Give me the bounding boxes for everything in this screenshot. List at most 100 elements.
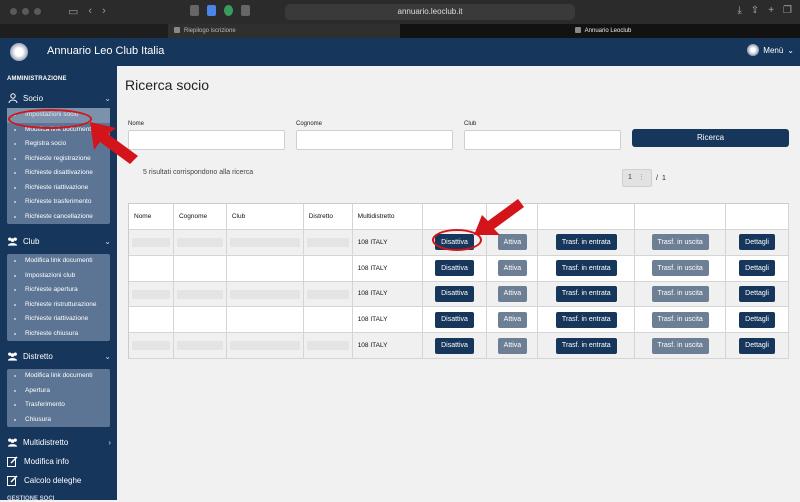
- grammarly-icon[interactable]: [224, 5, 233, 16]
- trasf-in-uscita-button[interactable]: Trasf. in uscita: [651, 285, 709, 302]
- chevron-down-icon: ⌄: [104, 93, 111, 103]
- sidebar-item-impostazioni-club[interactable]: Impostazioni club: [7, 269, 110, 284]
- multidistretto-cell: 108 ITALY: [353, 281, 423, 307]
- sidebar-item-richieste-trasferimento[interactable]: Richieste trasferimento: [7, 195, 110, 210]
- user-menu-button[interactable]: Menù ⌄: [747, 44, 794, 56]
- attiva-button[interactable]: Attiva: [497, 337, 528, 354]
- sidebar-item-club-modifica-link[interactable]: Modifica link documenti: [7, 254, 110, 269]
- window-controls[interactable]: [10, 8, 41, 15]
- sidebar-item-modifica-info[interactable]: Modifica info: [7, 456, 69, 467]
- redacted-value: [176, 238, 223, 247]
- browser-nav: ▭ ‹ ›: [68, 5, 106, 18]
- sidebar-item-richieste-ristrutturazione[interactable]: Richieste ristrutturazione: [7, 298, 110, 313]
- disattiva-button[interactable]: Disattiva: [435, 337, 474, 354]
- new-tab-icon[interactable]: +: [768, 5, 774, 16]
- club-cell: [227, 281, 304, 307]
- column-header: [635, 204, 727, 229]
- club-cell: [227, 307, 304, 333]
- sidebar-group-socio[interactable]: Socio ⌄: [7, 93, 111, 103]
- sidebar-item-richieste-disattivazione[interactable]: Richieste disattivazione: [7, 166, 110, 181]
- sidebar-item-richieste-cancellazione[interactable]: Richieste cancellazione: [7, 210, 110, 225]
- ricerca-button[interactable]: Ricerca: [632, 129, 789, 147]
- sidebar-item-richieste-chiusura[interactable]: Richieste chiusura: [7, 327, 110, 342]
- chevron-down-icon: ⌄: [104, 351, 111, 361]
- redacted-value: [306, 238, 349, 247]
- tab-annuario[interactable]: Annuario Leoclub: [400, 24, 800, 38]
- redacted-value: [306, 289, 349, 299]
- share-icon[interactable]: ⇪: [751, 5, 759, 16]
- sidebar-group-multidistretto[interactable]: Multidistretto ›: [7, 437, 111, 447]
- dettagli-button[interactable]: Dettagli: [739, 285, 775, 302]
- main-content: Ricerca socio Nome Cognome Club Ricerca …: [117, 66, 800, 500]
- sidebar-group-label: Distretto: [23, 351, 53, 361]
- dettagli-button[interactable]: Dettagli: [739, 311, 775, 328]
- attiva-button[interactable]: Attiva: [497, 260, 528, 277]
- trasf-in-uscita-button[interactable]: Trasf. in uscita: [651, 337, 709, 354]
- dettagli-button[interactable]: Dettagli: [739, 260, 775, 277]
- attiva-button[interactable]: Attiva: [497, 285, 528, 302]
- leo-club-logo[interactable]: [10, 43, 28, 61]
- attiva-button[interactable]: Attiva: [497, 311, 528, 328]
- sidebar-toggle-icon[interactable]: ▭: [68, 5, 78, 18]
- back-icon[interactable]: ‹: [88, 5, 92, 18]
- stepper-icon: ⋮: [637, 174, 645, 181]
- trasf-in-cell: Trasf. in entrata: [538, 307, 636, 333]
- trasf-in-uscita-button[interactable]: Trasf. in uscita: [651, 311, 709, 328]
- trasf-in-entrata-button[interactable]: Trasf. in entrata: [555, 311, 617, 328]
- shield-icon[interactable]: [190, 5, 199, 16]
- trasf-in-entrata-button[interactable]: Trasf. in entrata: [555, 285, 617, 302]
- sidebar-group-distretto[interactable]: Distretto ⌄: [7, 351, 111, 361]
- submenu-club: Modifica link documenti Impostazioni clu…: [7, 254, 110, 341]
- tab-overview-icon[interactable]: ❐: [783, 5, 792, 16]
- cognome-cell: [174, 255, 227, 281]
- edit-icon: [7, 456, 18, 467]
- sidebar-item-richieste-apertura[interactable]: Richieste apertura: [7, 283, 110, 298]
- nome-input[interactable]: [128, 130, 285, 150]
- address-bar[interactable]: annuario.leoclub.it: [285, 4, 575, 20]
- forward-icon[interactable]: ›: [102, 5, 106, 18]
- nome-cell: [129, 333, 174, 358]
- dettagli-button[interactable]: Dettagli: [739, 337, 775, 354]
- trasf-in-entrata-button[interactable]: Trasf. in entrata: [555, 234, 617, 251]
- trasf-in-uscita-button[interactable]: Trasf. in uscita: [651, 260, 709, 277]
- page-select[interactable]: 1 ⋮: [622, 169, 652, 187]
- sidebar-item-calcolo-deleghe[interactable]: Calcolo deleghe: [7, 475, 81, 486]
- disattiva-button[interactable]: Disattiva: [435, 260, 474, 277]
- dettagli-cell: Dettagli: [726, 333, 789, 358]
- multidistretto-cell: 108 ITALY: [353, 255, 423, 281]
- zoom-window-icon[interactable]: [34, 8, 41, 15]
- trasf-out-cell: Trasf. in uscita: [635, 230, 727, 255]
- sidebar-item-trasferimento[interactable]: Trasferimento: [7, 398, 110, 413]
- nome-cell: [129, 255, 174, 281]
- sidebar-item-richieste-riattivazione[interactable]: Richieste riattivazione: [7, 181, 110, 196]
- tab-riepilogo[interactable]: Riepilogo iscrizione: [168, 24, 400, 38]
- users-icon: [7, 437, 18, 447]
- sidebar-item-chiusura[interactable]: Chiusura: [7, 413, 110, 428]
- download-icon[interactable]: ⤓: [737, 5, 741, 16]
- column-header: Multidistretto: [353, 204, 423, 229]
- clipboard-icon[interactable]: [241, 5, 250, 16]
- trasf-in-uscita-button[interactable]: Trasf. in uscita: [651, 234, 709, 251]
- disattiva-cell: Disattiva: [423, 307, 488, 333]
- close-window-icon[interactable]: [10, 8, 17, 15]
- dettagli-button[interactable]: Dettagli: [739, 234, 775, 251]
- app-header: Annuario Leo Club Italia Menù ⌄: [0, 38, 800, 66]
- distretto-cell: [304, 255, 353, 281]
- column-header: Club: [227, 204, 304, 229]
- redacted-value: [132, 238, 170, 247]
- club-input[interactable]: [464, 130, 621, 150]
- trasf-in-entrata-button[interactable]: Trasf. in entrata: [555, 260, 617, 277]
- sidebar-item-distretto-modifica-link[interactable]: Modifica link documenti: [7, 369, 110, 384]
- annotation-arrow-icon: [474, 199, 524, 235]
- sidebar-group-club[interactable]: Club ⌄: [7, 236, 111, 246]
- cognome-input[interactable]: [296, 130, 453, 150]
- sidebar-item-apertura[interactable]: Apertura: [7, 384, 110, 399]
- trasf-in-entrata-button[interactable]: Trasf. in entrata: [555, 337, 617, 354]
- disattiva-button[interactable]: Disattiva: [435, 311, 474, 328]
- disattiva-button[interactable]: Disattiva: [435, 285, 474, 302]
- redacted-value: [132, 289, 170, 299]
- minimize-window-icon[interactable]: [22, 8, 29, 15]
- document-icon[interactable]: [207, 5, 216, 16]
- distretto-cell: [304, 333, 353, 358]
- sidebar-item-club-richieste-riattivazione[interactable]: Richieste riattivazione: [7, 312, 110, 327]
